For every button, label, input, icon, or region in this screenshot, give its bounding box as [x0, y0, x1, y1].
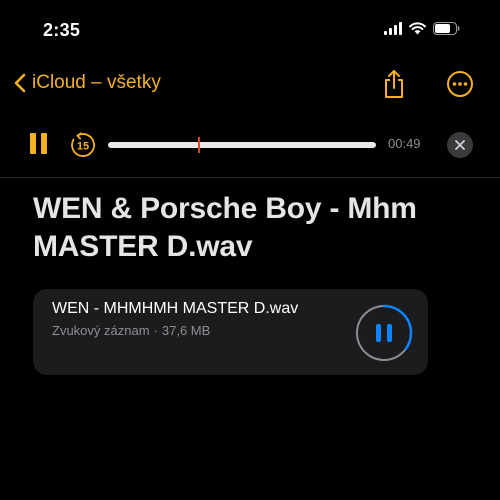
divider	[0, 177, 500, 178]
cellular-signal-icon	[384, 22, 402, 35]
playback-scrubber[interactable]	[108, 137, 376, 153]
status-time: 2:35	[43, 20, 81, 40]
attachment-pause-button[interactable]	[355, 304, 413, 362]
pause-bar-right	[41, 133, 47, 154]
more-icon	[447, 71, 473, 97]
attachment-name: WEN - MHMHMH MASTER D.wav	[52, 300, 299, 317]
note-title[interactable]: WEN & Porsche Boy - Mhm MASTER D.wav	[33, 190, 473, 266]
skip-back-button[interactable]: 15	[68, 130, 98, 160]
wifi-icon	[409, 22, 426, 35]
battery-icon	[433, 22, 460, 35]
more-button[interactable]	[444, 68, 476, 100]
meta-separator: ·	[153, 323, 158, 338]
attachment-size: 37,6 MB	[161, 323, 211, 338]
audio-attachment-card[interactable]: WEN - MHMHMH MASTER D.wav Zvukový záznam…	[33, 289, 428, 375]
pause-button[interactable]	[30, 133, 52, 155]
playhead[interactable]	[198, 137, 201, 153]
close-icon	[455, 140, 465, 150]
pause-icon	[376, 324, 392, 342]
skip-back-15-icon: 15	[71, 132, 95, 157]
audio-player: 15 00:49	[0, 125, 500, 165]
close-player-button[interactable]	[447, 132, 473, 158]
pause-bar-left	[30, 133, 36, 154]
share-icon	[385, 70, 403, 98]
elapsed-time: 00:49	[388, 136, 421, 151]
chevron-left-icon	[14, 73, 26, 93]
back-button[interactable]: iCloud – všetky	[14, 72, 161, 94]
nav-bar: iCloud – všetky	[0, 64, 500, 108]
back-label: iCloud – všetky	[32, 72, 161, 93]
attachment-type: Zvukový záznam	[52, 323, 150, 338]
skip-back-seconds: 15	[77, 141, 89, 153]
attachment-meta: Zvukový záznam · 37,6 MB	[52, 323, 210, 338]
status-bar: 2:35	[0, 0, 500, 60]
share-button[interactable]	[378, 68, 410, 100]
status-icons	[384, 22, 460, 35]
